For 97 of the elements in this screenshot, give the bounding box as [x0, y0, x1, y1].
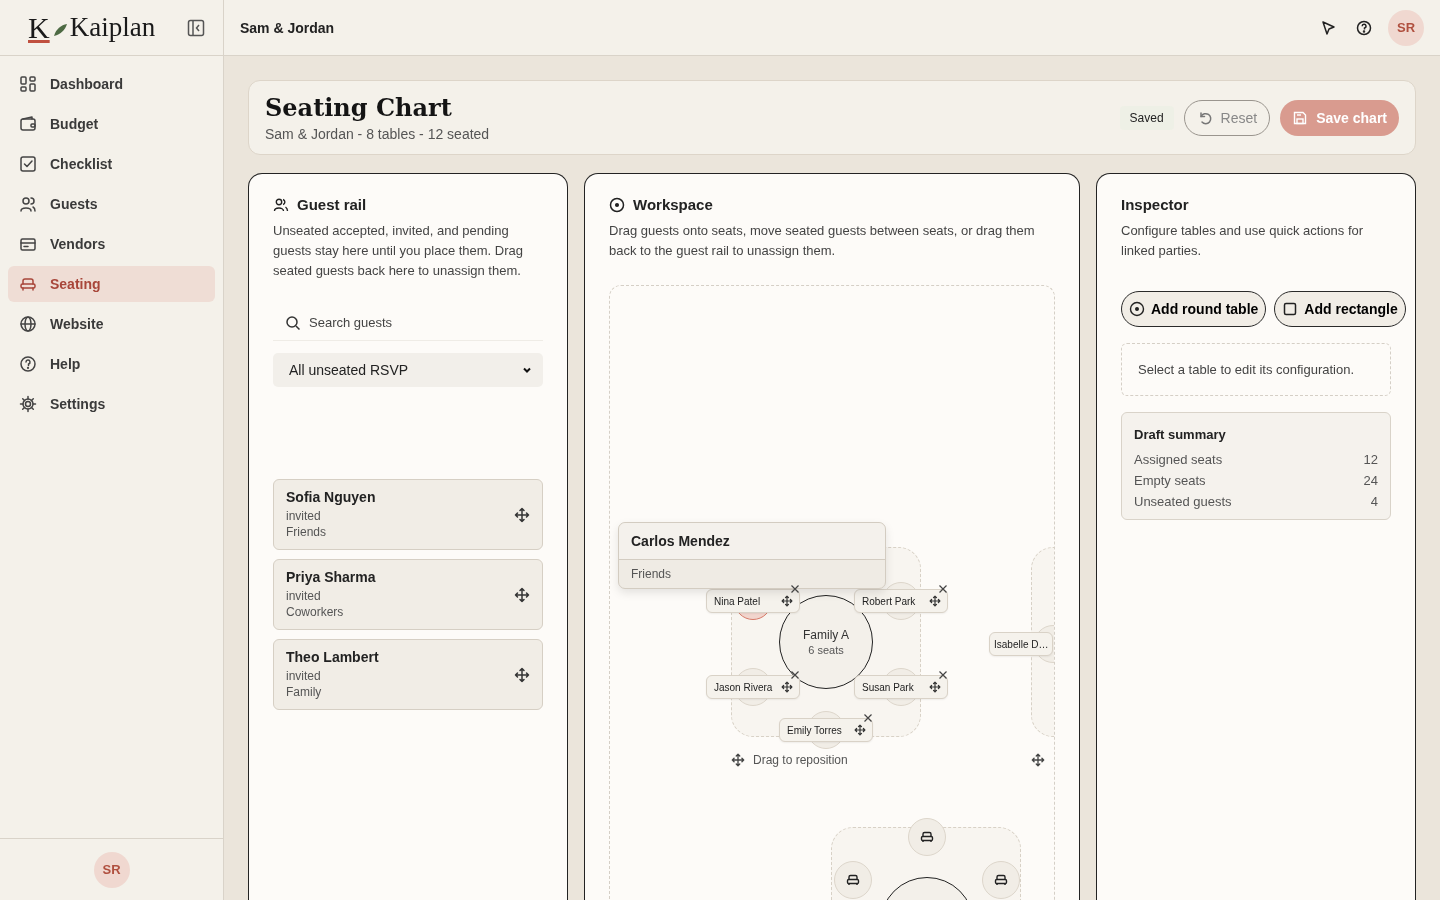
move-icon[interactable]	[781, 595, 793, 607]
summary-label: Assigned seats	[1134, 452, 1223, 467]
nav-item[interactable]: Dashboard	[8, 66, 215, 102]
page-subtitle: Sam & Jordan - 8 tables - 12 seated	[265, 126, 490, 142]
guest-card[interactable]: Theo Lambert invited Family	[273, 639, 543, 710]
people-icon	[19, 195, 37, 213]
seat[interactable]: Robert Park	[852, 582, 950, 620]
reposition-hint: Drag to reposition	[753, 753, 848, 767]
close-icon[interactable]	[938, 670, 948, 680]
nav-item[interactable]: Settings	[8, 386, 215, 422]
summary-value: 4	[1370, 494, 1378, 509]
user-avatar[interactable]: SR	[93, 851, 130, 888]
dragged-guest-name: Carlos Mendez	[619, 523, 885, 560]
guest-name: Theo Lambert	[286, 649, 379, 665]
seated-guest-chip[interactable]: Jason Rivera	[706, 675, 800, 699]
user-avatar[interactable]: SR	[1388, 9, 1424, 46]
globe-icon	[19, 315, 37, 333]
card-icon	[19, 235, 37, 253]
guest-name: Sofia Nguyen	[286, 489, 376, 505]
close-icon[interactable]	[863, 713, 873, 723]
guest-name: Priya Sharma	[286, 569, 376, 585]
checkbox-icon	[19, 155, 37, 173]
settings-icon	[19, 395, 37, 413]
grid-icon	[19, 75, 37, 93]
nav-item[interactable]: Vendors	[8, 226, 215, 262]
panel-description: Drag guests onto seats, move seated guests between seats, or drag them back to the guest rail to unassign them.	[609, 222, 1036, 260]
move-icon[interactable]	[854, 724, 866, 736]
seated-guest-chip[interactable]: Emily Torres	[779, 718, 873, 742]
add-rectangle-button[interactable]: Add rectangle	[1274, 291, 1406, 327]
summary-label: Empty seats	[1134, 473, 1206, 488]
wedding-title: Sam & Jordan	[240, 19, 335, 36]
guest-card[interactable]: Priya Sharma invited Coworkers	[273, 559, 543, 630]
guest-group: Friends	[286, 524, 326, 540]
nav-item[interactable]: Seating	[8, 266, 215, 302]
guest-group: Friends	[631, 567, 671, 581]
status-badge: Saved	[1119, 105, 1174, 130]
square-icon	[1282, 301, 1299, 317]
chair-icon	[845, 872, 861, 888]
circle-dot-icon	[1129, 301, 1145, 317]
nav-item[interactable]: Website	[8, 306, 215, 342]
move-icon[interactable]	[1031, 753, 1045, 767]
seated-guest-chip[interactable]: Susan Park	[854, 675, 948, 699]
seated-guest-chip[interactable]: Robert Park	[854, 589, 948, 613]
chair-icon	[919, 829, 935, 845]
nav-item[interactable]: Guests	[8, 186, 215, 222]
drag-preview-tooltip[interactable]: Carlos Mendez Friends	[618, 522, 886, 589]
empty-selection-note: Select a table to edit its configuration.	[1121, 343, 1391, 396]
logo-name: Kaiplan	[69, 12, 156, 43]
guest-card[interactable]: Sofia Nguyen invited Friends	[273, 479, 543, 550]
guest-group: Coworkers	[286, 604, 344, 620]
move-icon[interactable]	[929, 681, 941, 693]
move-icon[interactable]	[731, 753, 745, 767]
panel-description: Configure tables and use quick actions for linked parties.	[1121, 222, 1365, 260]
sofa-icon	[19, 275, 37, 293]
chair-icon	[993, 872, 1009, 888]
collapse-sidebar-button[interactable]	[187, 18, 205, 37]
guest-status: invited	[286, 508, 321, 524]
guest-group: Family	[286, 684, 322, 700]
close-icon[interactable]	[790, 584, 800, 594]
seat[interactable]: Emily Torres	[777, 711, 875, 749]
summary-value: 12	[1363, 452, 1378, 467]
seated-guest-chip[interactable]: Nina Patel	[706, 589, 800, 613]
summary-value: 24	[1363, 473, 1378, 488]
seat[interactable]	[908, 818, 946, 856]
move-icon[interactable]	[514, 506, 530, 523]
summary-title: Draft summary	[1134, 427, 1227, 442]
logo-mark: K	[28, 10, 50, 45]
seated-guest-chip[interactable]: Isabelle D…	[989, 632, 1053, 656]
summary-label: Unseated guests	[1134, 494, 1232, 509]
nav-item[interactable]: Help	[8, 346, 215, 382]
nav-item[interactable]: Checklist	[8, 146, 215, 182]
move-icon[interactable]	[514, 666, 530, 683]
people-icon	[273, 196, 289, 213]
wallet-icon	[19, 115, 37, 133]
target-icon	[609, 196, 625, 213]
add-round-table-button[interactable]: Add round table	[1121, 291, 1267, 327]
seat[interactable]: Isabelle D…	[989, 625, 1054, 663]
nav-item[interactable]: Budget	[8, 106, 215, 142]
seat[interactable]: Susan Park	[852, 668, 950, 706]
search-icon	[285, 315, 301, 331]
panel-title: Guest rail	[297, 196, 367, 213]
close-icon[interactable]	[790, 670, 800, 680]
search-field[interactable]: Search guests	[273, 305, 543, 341]
guest-status: invited	[286, 588, 321, 604]
panel-description: Unseated accepted, invited, and pending guests stay here until you place them. Drag seated guests back here to unassign them.	[273, 222, 525, 280]
sidebar-toggle-icon	[187, 18, 205, 37]
move-icon[interactable]	[781, 681, 793, 693]
move-icon[interactable]	[929, 595, 941, 607]
guest-status: invited	[286, 668, 321, 684]
move-icon[interactable]	[514, 586, 530, 603]
close-icon[interactable]	[938, 584, 948, 594]
seat[interactable]: Jason Rivera	[704, 668, 802, 706]
panel-title: Inspector	[1121, 196, 1189, 213]
page-title: Seating Chart	[265, 93, 452, 122]
panel-title: Workspace	[633, 196, 713, 213]
help-icon	[19, 355, 37, 373]
rsvp-filter-dropdown[interactable]: All unseated RSVP	[273, 353, 543, 387]
